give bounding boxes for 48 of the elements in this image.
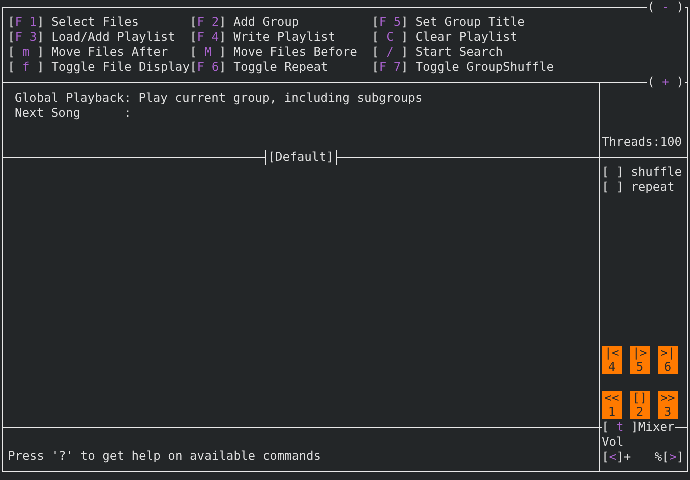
shortcut-key[interactable]: [F 4] [190,30,226,45]
transport-button[interactable]: >> 3 [658,391,678,419]
shortcut-key[interactable]: [F 7] [372,60,408,75]
volume-up-key[interactable]: [>] [662,450,684,465]
checkbox[interactable]: [ ] [602,165,624,180]
option-label: shuffle [631,165,682,180]
command-label: Clear Playlist [416,30,518,45]
shortcut-key[interactable]: [ f ] [8,60,44,75]
command-label: Move Files After [52,45,168,60]
shortcut-key[interactable]: [ C ] [372,30,408,45]
expand-toggle[interactable]: ( + ) [648,75,684,89]
mixer-title: Mixer [638,420,675,435]
checkbox[interactable]: [ ] [602,180,624,195]
command-label: Add Group [234,15,300,30]
volume-sign: + [624,450,632,465]
volume-down-key[interactable]: [<] [602,450,624,465]
volume-label: Vol [602,435,625,450]
transport-button[interactable]: << 1 [602,391,622,419]
collapse-toggle[interactable]: ( - ) [648,0,684,14]
transport-button[interactable]: |> 5 [630,346,650,374]
command-label: Toggle File Display [52,60,190,75]
shortcut-key[interactable]: [F 1] [8,15,44,30]
shortcut-key[interactable]: [ / ] [372,45,408,60]
command-label: Write Playlist [234,30,336,45]
command-label: Start Search [416,45,504,60]
shortcut-key[interactable]: [F 2] [190,15,226,30]
group-title[interactable]: [Default] [265,150,337,165]
status-line: Next Song : [15,106,132,121]
command-label: Select Files [52,15,140,30]
shortcut-key[interactable]: [F 3] [8,30,44,45]
threads-count: Threads:100 [602,135,682,150]
command-label: Load/Add Playlist [52,30,176,45]
shortcut-key[interactable]: [F 6] [190,60,226,75]
command-label: Toggle Repeat [234,60,328,75]
percent-sign: % [654,450,662,465]
transport-button[interactable]: [] 2 [630,391,650,419]
option-label: repeat [631,180,675,195]
transport-button[interactable]: >| 6 [658,346,678,374]
transport-button[interactable]: |< 4 [602,346,622,374]
command-label: Move Files Before [234,45,358,60]
mixer-toggle[interactable]: [ t ] [602,420,638,435]
command-label: Set Group Title [416,15,525,30]
command-label: Toggle GroupShuffle [416,60,554,75]
status-line: Global Playback: Play current group, including subgroups [15,91,424,106]
shortcut-key[interactable]: [ m ] [8,45,44,60]
shortcut-key[interactable]: [ M ] [190,45,226,60]
help-hint: Press '?' to get help on available commands [8,449,322,464]
shortcut-key[interactable]: [F 5] [372,15,408,30]
